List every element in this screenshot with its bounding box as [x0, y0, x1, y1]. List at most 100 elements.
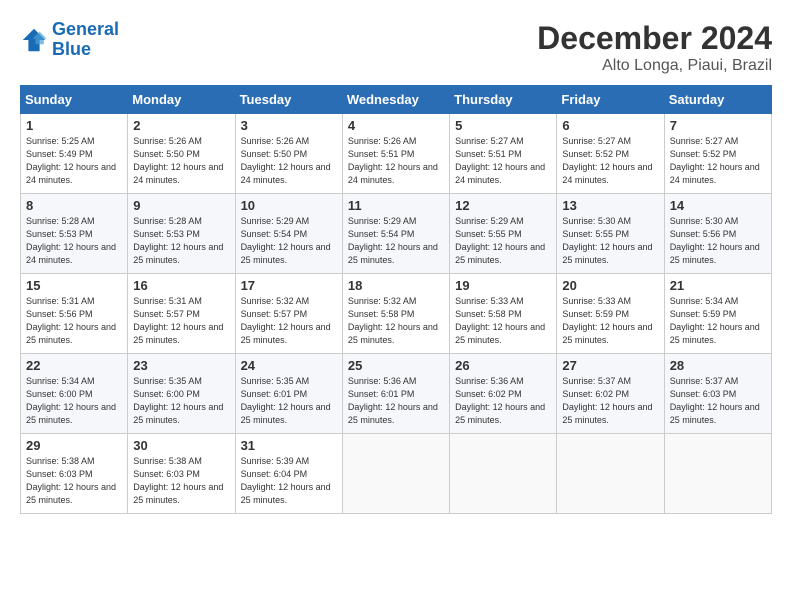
day-info: Sunrise: 5:36 AM Sunset: 6:01 PM Dayligh… [348, 375, 444, 427]
day-number: 15 [26, 278, 122, 293]
calendar-cell: 7 Sunrise: 5:27 AM Sunset: 5:52 PM Dayli… [664, 114, 771, 194]
calendar-cell: 18 Sunrise: 5:32 AM Sunset: 5:58 PM Dayl… [342, 274, 449, 354]
day-info: Sunrise: 5:28 AM Sunset: 5:53 PM Dayligh… [133, 215, 229, 267]
calendar-cell: 12 Sunrise: 5:29 AM Sunset: 5:55 PM Dayl… [450, 194, 557, 274]
month-title: December 2024 [537, 20, 772, 57]
day-info: Sunrise: 5:36 AM Sunset: 6:02 PM Dayligh… [455, 375, 551, 427]
calendar-cell: 4 Sunrise: 5:26 AM Sunset: 5:51 PM Dayli… [342, 114, 449, 194]
day-number: 29 [26, 438, 122, 453]
day-info: Sunrise: 5:32 AM Sunset: 5:57 PM Dayligh… [241, 295, 337, 347]
day-info: Sunrise: 5:27 AM Sunset: 5:52 PM Dayligh… [562, 135, 658, 187]
calendar-week-row: 15 Sunrise: 5:31 AM Sunset: 5:56 PM Dayl… [21, 274, 772, 354]
logo: General Blue [20, 20, 119, 60]
day-number: 30 [133, 438, 229, 453]
day-number: 3 [241, 118, 337, 133]
calendar-cell: 19 Sunrise: 5:33 AM Sunset: 5:58 PM Dayl… [450, 274, 557, 354]
day-number: 8 [26, 198, 122, 213]
day-number: 11 [348, 198, 444, 213]
day-info: Sunrise: 5:37 AM Sunset: 6:02 PM Dayligh… [562, 375, 658, 427]
day-number: 21 [670, 278, 766, 293]
calendar-week-row: 29 Sunrise: 5:38 AM Sunset: 6:03 PM Dayl… [21, 434, 772, 514]
calendar-cell [557, 434, 664, 514]
day-number: 31 [241, 438, 337, 453]
day-number: 27 [562, 358, 658, 373]
day-number: 14 [670, 198, 766, 213]
calendar-cell: 6 Sunrise: 5:27 AM Sunset: 5:52 PM Dayli… [557, 114, 664, 194]
calendar-cell: 28 Sunrise: 5:37 AM Sunset: 6:03 PM Dayl… [664, 354, 771, 434]
day-info: Sunrise: 5:25 AM Sunset: 5:49 PM Dayligh… [26, 135, 122, 187]
calendar-cell: 30 Sunrise: 5:38 AM Sunset: 6:03 PM Dayl… [128, 434, 235, 514]
calendar-cell: 23 Sunrise: 5:35 AM Sunset: 6:00 PM Dayl… [128, 354, 235, 434]
day-info: Sunrise: 5:29 AM Sunset: 5:55 PM Dayligh… [455, 215, 551, 267]
day-info: Sunrise: 5:33 AM Sunset: 5:59 PM Dayligh… [562, 295, 658, 347]
calendar-cell: 9 Sunrise: 5:28 AM Sunset: 5:53 PM Dayli… [128, 194, 235, 274]
col-header-monday: Monday [128, 86, 235, 114]
calendar-cell [450, 434, 557, 514]
day-number: 28 [670, 358, 766, 373]
col-header-friday: Friday [557, 86, 664, 114]
logo-line1: General [52, 19, 119, 39]
day-number: 17 [241, 278, 337, 293]
title-block: December 2024 Alto Longa, Piaui, Brazil [537, 20, 772, 75]
calendar-week-row: 1 Sunrise: 5:25 AM Sunset: 5:49 PM Dayli… [21, 114, 772, 194]
calendar-cell: 27 Sunrise: 5:37 AM Sunset: 6:02 PM Dayl… [557, 354, 664, 434]
calendar-cell: 2 Sunrise: 5:26 AM Sunset: 5:50 PM Dayli… [128, 114, 235, 194]
day-number: 20 [562, 278, 658, 293]
day-info: Sunrise: 5:32 AM Sunset: 5:58 PM Dayligh… [348, 295, 444, 347]
calendar-cell: 16 Sunrise: 5:31 AM Sunset: 5:57 PM Dayl… [128, 274, 235, 354]
day-number: 1 [26, 118, 122, 133]
day-info: Sunrise: 5:30 AM Sunset: 5:56 PM Dayligh… [670, 215, 766, 267]
calendar-cell: 26 Sunrise: 5:36 AM Sunset: 6:02 PM Dayl… [450, 354, 557, 434]
col-header-thursday: Thursday [450, 86, 557, 114]
col-header-sunday: Sunday [21, 86, 128, 114]
day-info: Sunrise: 5:26 AM Sunset: 5:50 PM Dayligh… [133, 135, 229, 187]
calendar-cell: 17 Sunrise: 5:32 AM Sunset: 5:57 PM Dayl… [235, 274, 342, 354]
calendar-week-row: 22 Sunrise: 5:34 AM Sunset: 6:00 PM Dayl… [21, 354, 772, 434]
day-info: Sunrise: 5:37 AM Sunset: 6:03 PM Dayligh… [670, 375, 766, 427]
calendar-week-row: 8 Sunrise: 5:28 AM Sunset: 5:53 PM Dayli… [21, 194, 772, 274]
calendar-cell: 31 Sunrise: 5:39 AM Sunset: 6:04 PM Dayl… [235, 434, 342, 514]
day-number: 4 [348, 118, 444, 133]
col-header-saturday: Saturday [664, 86, 771, 114]
calendar-cell: 11 Sunrise: 5:29 AM Sunset: 5:54 PM Dayl… [342, 194, 449, 274]
calendar-cell: 14 Sunrise: 5:30 AM Sunset: 5:56 PM Dayl… [664, 194, 771, 274]
col-header-wednesday: Wednesday [342, 86, 449, 114]
logo-line2: Blue [52, 39, 91, 59]
logo-icon [20, 26, 48, 54]
page-header: General Blue December 2024 Alto Longa, P… [20, 20, 772, 75]
day-info: Sunrise: 5:30 AM Sunset: 5:55 PM Dayligh… [562, 215, 658, 267]
calendar-cell: 25 Sunrise: 5:36 AM Sunset: 6:01 PM Dayl… [342, 354, 449, 434]
day-number: 6 [562, 118, 658, 133]
day-info: Sunrise: 5:35 AM Sunset: 6:00 PM Dayligh… [133, 375, 229, 427]
day-info: Sunrise: 5:31 AM Sunset: 5:56 PM Dayligh… [26, 295, 122, 347]
day-info: Sunrise: 5:38 AM Sunset: 6:03 PM Dayligh… [26, 455, 122, 507]
day-info: Sunrise: 5:26 AM Sunset: 5:50 PM Dayligh… [241, 135, 337, 187]
day-info: Sunrise: 5:26 AM Sunset: 5:51 PM Dayligh… [348, 135, 444, 187]
day-number: 12 [455, 198, 551, 213]
location-subtitle: Alto Longa, Piaui, Brazil [537, 57, 772, 75]
day-number: 9 [133, 198, 229, 213]
day-number: 10 [241, 198, 337, 213]
calendar-cell: 29 Sunrise: 5:38 AM Sunset: 6:03 PM Dayl… [21, 434, 128, 514]
calendar-cell: 8 Sunrise: 5:28 AM Sunset: 5:53 PM Dayli… [21, 194, 128, 274]
day-info: Sunrise: 5:27 AM Sunset: 5:52 PM Dayligh… [670, 135, 766, 187]
calendar-cell: 15 Sunrise: 5:31 AM Sunset: 5:56 PM Dayl… [21, 274, 128, 354]
day-number: 24 [241, 358, 337, 373]
calendar-table: SundayMondayTuesdayWednesdayThursdayFrid… [20, 85, 772, 514]
day-number: 5 [455, 118, 551, 133]
day-info: Sunrise: 5:39 AM Sunset: 6:04 PM Dayligh… [241, 455, 337, 507]
day-number: 16 [133, 278, 229, 293]
calendar-cell: 3 Sunrise: 5:26 AM Sunset: 5:50 PM Dayli… [235, 114, 342, 194]
calendar-cell [664, 434, 771, 514]
day-number: 22 [26, 358, 122, 373]
day-info: Sunrise: 5:35 AM Sunset: 6:01 PM Dayligh… [241, 375, 337, 427]
calendar-cell: 24 Sunrise: 5:35 AM Sunset: 6:01 PM Dayl… [235, 354, 342, 434]
calendar-cell: 1 Sunrise: 5:25 AM Sunset: 5:49 PM Dayli… [21, 114, 128, 194]
day-info: Sunrise: 5:29 AM Sunset: 5:54 PM Dayligh… [348, 215, 444, 267]
day-info: Sunrise: 5:29 AM Sunset: 5:54 PM Dayligh… [241, 215, 337, 267]
calendar-cell: 20 Sunrise: 5:33 AM Sunset: 5:59 PM Dayl… [557, 274, 664, 354]
day-number: 26 [455, 358, 551, 373]
day-number: 7 [670, 118, 766, 133]
calendar-cell: 5 Sunrise: 5:27 AM Sunset: 5:51 PM Dayli… [450, 114, 557, 194]
day-info: Sunrise: 5:28 AM Sunset: 5:53 PM Dayligh… [26, 215, 122, 267]
